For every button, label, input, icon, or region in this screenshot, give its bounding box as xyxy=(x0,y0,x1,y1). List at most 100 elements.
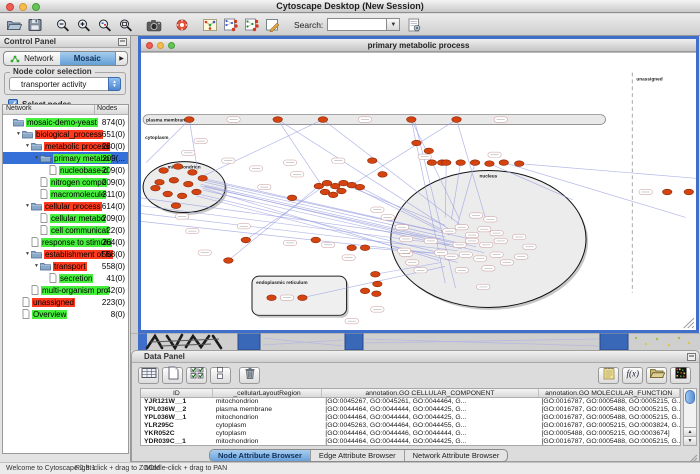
search-dropdown-button[interactable]: ▼ xyxy=(387,18,400,31)
tree-row[interactable]: ▼biological_process651(0) xyxy=(3,128,128,140)
svg-text:plasma membrane: plasma membrane xyxy=(146,118,188,123)
tree-row[interactable]: Overview8(0) xyxy=(3,308,128,320)
scrollbar-thumb[interactable] xyxy=(685,390,695,404)
zoom-in-button[interactable] xyxy=(75,16,93,34)
tree-row[interactable]: secretion41(0) xyxy=(3,272,128,284)
table-row[interactable]: YDR039C__1mitochondrion[GO:0044464, GO:0… xyxy=(141,438,680,446)
column-header[interactable]: annotation.GO MOLECULAR_FUNCTION xyxy=(539,389,680,397)
table-row[interactable]: YPL036W__1mitochondrion[GO:0044464, GO:0… xyxy=(141,414,680,422)
resize-grip-icon[interactable] xyxy=(688,450,698,460)
search-input[interactable] xyxy=(327,18,387,31)
table-cell: YJR121W__1 xyxy=(141,398,213,406)
more-tabs-button[interactable]: ▶ xyxy=(115,52,127,65)
table-row[interactable]: YKR052Ccytoplasm[GO:0044464, GO:0044446,… xyxy=(141,430,680,438)
tree-row[interactable]: unassigned223(0) xyxy=(3,296,128,308)
zoom-selected-icon xyxy=(97,18,113,32)
zoom-out-button[interactable] xyxy=(54,16,72,34)
tree-row[interactable]: cellular metabo209(0) xyxy=(3,212,128,224)
column-header[interactable]: ID xyxy=(141,389,213,397)
unselect-attributes-button[interactable] xyxy=(210,367,231,384)
table-scrollbar[interactable]: ▲ ▼ xyxy=(683,388,697,446)
node-count: 8(0) xyxy=(111,310,125,319)
tab-mosaic[interactable]: Mosaic xyxy=(60,52,116,65)
import-attributes-icon xyxy=(649,366,665,385)
tree-row[interactable]: nitrogen compo209(0) xyxy=(3,176,128,188)
expand-triangle-icon[interactable]: ▼ xyxy=(15,131,22,137)
scroll-up-button[interactable]: ▲ xyxy=(684,427,696,436)
tab-node-attribute-browser[interactable]: Node Attribute Browser xyxy=(210,450,311,461)
notepad-button[interactable] xyxy=(598,367,619,384)
float-panel-icon[interactable] xyxy=(118,38,127,46)
column-header[interactable]: _cellularLayoutRegion xyxy=(213,389,323,397)
delete-attribute-button[interactable] xyxy=(239,367,260,384)
scroll-down-button[interactable]: ▼ xyxy=(684,436,696,445)
select-attributes-icon xyxy=(189,366,205,385)
annotation-button[interactable] xyxy=(264,16,282,34)
table-cell: YPL036W__1 xyxy=(141,414,213,422)
tree-row[interactable]: ▼establishment of lo558(0) xyxy=(3,248,128,260)
create-network-button[interactable] xyxy=(222,16,240,34)
tree-row[interactable]: nucleobase-c209(0) xyxy=(3,164,128,176)
zoom-button[interactable] xyxy=(32,3,40,11)
table-row[interactable]: YLR295Ccytoplasm[GO:0045263, GO:0044464,… xyxy=(141,422,680,430)
network-minimize-button[interactable] xyxy=(157,42,164,49)
tree-row[interactable]: ▼metabolic process280(0) xyxy=(3,140,128,152)
tab-network[interactable]: Network xyxy=(4,52,60,65)
import-attributes-button[interactable] xyxy=(646,367,667,384)
column-header[interactable]: annotation.GO CELLULAR_COMPONENT xyxy=(322,389,538,397)
table-cell: YLR295C xyxy=(141,422,213,430)
select-attributes-button[interactable] xyxy=(186,367,207,384)
show-network-view-button[interactable] xyxy=(201,16,219,34)
node-color-dropdown[interactable]: transporter activity ▲▼ xyxy=(9,77,121,91)
table-cell: YDR039C__1 xyxy=(141,438,213,446)
expand-triangle-icon[interactable]: ▼ xyxy=(33,263,40,269)
tree-row[interactable]: ▼cellular process614(0) xyxy=(3,200,128,212)
help-button[interactable] xyxy=(173,16,191,34)
network-window-titlebar[interactable]: primary metabolic process xyxy=(141,39,696,52)
tab-edge-attribute-browser[interactable]: Edge Attribute Browser xyxy=(311,450,405,461)
tab-network-attribute-browser[interactable]: Network Attribute Browser xyxy=(405,450,508,461)
folder-icon xyxy=(13,118,24,127)
new-attribute-button[interactable] xyxy=(162,367,183,384)
tree-row[interactable]: ▼transport558(0) xyxy=(3,260,128,272)
destroy-network-button[interactable] xyxy=(243,16,261,34)
table-row[interactable]: YJR121W__1mitochondrion[GO:0045267, GO:0… xyxy=(141,398,680,406)
tree-column-network[interactable]: Network xyxy=(3,105,95,114)
network-zoom-button[interactable] xyxy=(168,42,175,49)
zoom-selected-button[interactable] xyxy=(96,16,114,34)
table-cell: YKR052C xyxy=(141,430,213,438)
tree-row[interactable]: cell communicat22(0) xyxy=(3,224,128,236)
expand-triangle-icon[interactable]: ▼ xyxy=(24,203,31,209)
minimize-button[interactable] xyxy=(19,3,27,11)
node-count: 558(0) xyxy=(102,262,125,271)
tree-column-nodes[interactable]: Nodes xyxy=(95,105,128,114)
formula-button[interactable]: f(x) xyxy=(622,367,643,384)
tree-row[interactable]: macromolecule311(0) xyxy=(3,188,128,200)
save-session-icon xyxy=(27,18,43,32)
tree-item-label: biological_process xyxy=(35,130,103,139)
tree-row[interactable]: response to stimulu264(0) xyxy=(3,236,128,248)
node-count: 42(0) xyxy=(106,286,125,295)
network-canvas[interactable]: plasma membranecytoplasmmitochondrionnuc… xyxy=(141,52,696,330)
network-tree: mosaic-demo-yeast874(0) ▼ biological_proce… xyxy=(3,116,128,453)
heatmap-button[interactable] xyxy=(670,367,691,384)
expand-triangle-icon[interactable]: ▼ xyxy=(33,155,40,161)
save-session-button[interactable] xyxy=(26,16,44,34)
node-count: 209(0) xyxy=(102,178,125,187)
open-session-button[interactable] xyxy=(5,16,23,34)
table-row[interactable]: YPL036W__2plasma membrane[GO:0044464, GO… xyxy=(141,406,680,414)
zoom-fit-button[interactable] xyxy=(117,16,135,34)
tree-row[interactable]: mosaic-demo-yeast874(0) xyxy=(3,116,128,128)
tree-row[interactable]: ▼primary metabo209(... xyxy=(3,152,128,164)
attribute-table-button[interactable] xyxy=(138,367,159,384)
tree-row[interactable]: multi-organism pro42(0) xyxy=(3,284,128,296)
close-button[interactable] xyxy=(6,3,14,11)
table-cell: [GO:0045267, GO:0045261, GO:0044464, G..… xyxy=(322,398,538,406)
expand-triangle-icon[interactable]: ▼ xyxy=(24,251,31,257)
float-data-panel-icon[interactable] xyxy=(687,353,696,361)
folder-icon xyxy=(22,130,33,139)
search-options-button[interactable] xyxy=(405,16,423,34)
network-close-button[interactable] xyxy=(146,42,153,49)
snapshot-button[interactable] xyxy=(145,16,163,34)
expand-triangle-icon[interactable]: ▼ xyxy=(24,143,31,149)
